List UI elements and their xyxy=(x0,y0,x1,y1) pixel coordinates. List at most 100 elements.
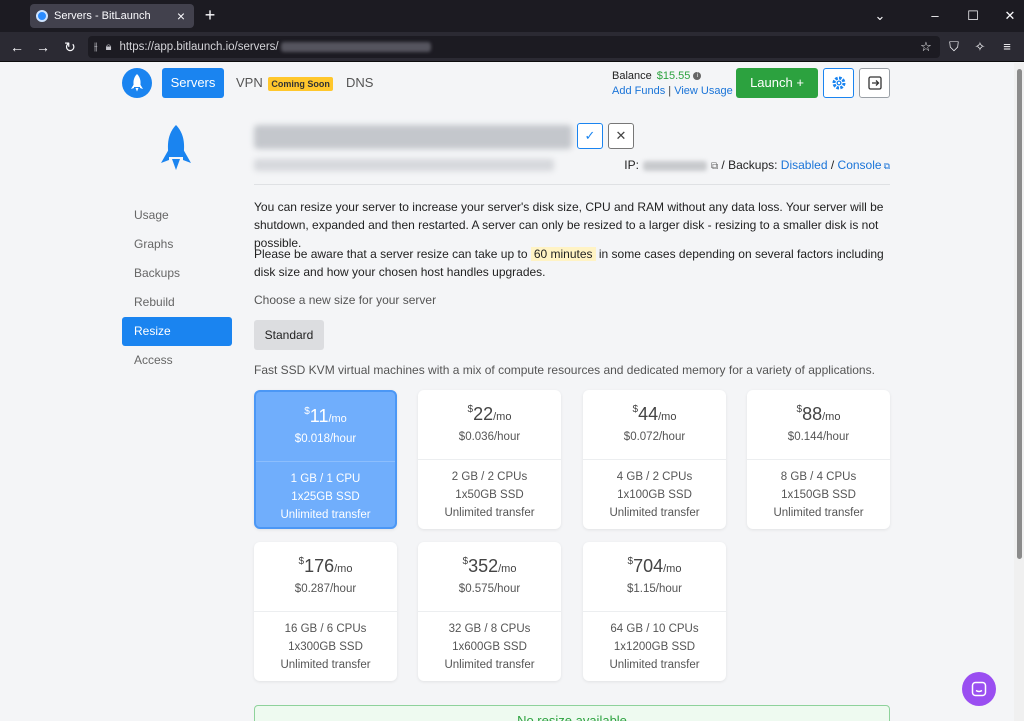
tracking-icon[interactable]: ⫲ xyxy=(94,41,98,54)
side-item-usage[interactable]: Usage xyxy=(122,201,232,230)
plan-transfer: Unlimited transfer xyxy=(609,659,700,671)
gear-icon xyxy=(832,76,845,90)
plan-transfer: Unlimited transfer xyxy=(444,507,535,519)
back-icon[interactable]: ← xyxy=(7,37,27,57)
plan-price: $352/mo xyxy=(418,556,561,577)
view-usage-link[interactable]: View Usage xyxy=(674,85,733,97)
address-bar[interactable]: ⫲ 🔒︎ https://app.bitlaunch.io/servers/ xyxy=(88,36,940,58)
plan-disk: 1x600GB SSD xyxy=(452,641,527,653)
resize-warning: Please be aware that a server resize can… xyxy=(254,245,894,281)
plan-disk: 1x150GB SSD xyxy=(781,489,856,501)
cancel-name-button[interactable]: ✕ xyxy=(608,123,634,149)
price-period: /mo xyxy=(493,411,512,423)
plan-price: $88/mo xyxy=(747,404,890,425)
chat-button[interactable] xyxy=(962,672,996,706)
external-link-icon[interactable]: ⧉ xyxy=(884,161,890,171)
plan-transfer: Unlimited transfer xyxy=(280,659,371,671)
price-amount: 352 xyxy=(468,556,499,576)
logout-button[interactable] xyxy=(859,68,890,98)
side-item-access[interactable]: Access xyxy=(122,346,232,375)
plan-ram-cpu: 64 GB / 10 CPUs xyxy=(610,623,699,635)
plan-card-704[interactable]: $704/mo $1.15/hour 64 GB / 10 CPUs 1x120… xyxy=(583,542,726,681)
chat-icon xyxy=(971,681,987,697)
price-period: /mo xyxy=(498,563,517,575)
tab-list-icon[interactable]: ⌄ xyxy=(870,6,890,26)
plan-ram-cpu: 2 GB / 2 CPUs xyxy=(451,471,528,483)
plan-ram-cpu: 4 GB / 2 CPUs xyxy=(616,471,693,483)
plan-ram-cpu: 1 GB / 1 CPU xyxy=(290,473,361,485)
plan-card-176[interactable]: $176/mo $0.287/hour 16 GB / 6 CPUs 1x300… xyxy=(254,542,397,681)
info-icon[interactable]: i xyxy=(693,72,702,81)
plan-disk: 1x100GB SSD xyxy=(617,489,692,501)
menu-icon[interactable]: ≡ xyxy=(997,37,1017,57)
scrollbar-thumb[interactable] xyxy=(1017,69,1022,559)
price-amount: 11 xyxy=(309,406,329,426)
ip-label: IP: xyxy=(624,158,639,172)
plan-price: $704/mo xyxy=(583,556,726,577)
balance: Balance $15.55 i xyxy=(612,70,702,82)
console-link[interactable]: Console xyxy=(838,158,882,172)
forward-icon[interactable]: → xyxy=(33,37,53,57)
copy-icon[interactable]: ⧉ xyxy=(711,161,718,172)
standard-tab[interactable]: Standard xyxy=(254,320,324,350)
divider xyxy=(254,184,890,185)
settings-button[interactable] xyxy=(823,68,854,98)
nav-vpn[interactable]: VPN Coming Soon xyxy=(236,68,333,98)
lock-icon[interactable]: 🔒︎ xyxy=(106,41,112,54)
choose-size-label: Choose a new size for your server xyxy=(254,293,437,307)
balance-links: Add Funds | View Usage xyxy=(612,85,733,97)
confirm-name-button[interactable]: ✓ xyxy=(577,123,603,149)
side-item-resize[interactable]: Resize xyxy=(122,317,232,346)
extension-icon[interactable]: ✧ xyxy=(970,37,990,57)
side-item-backups[interactable]: Backups xyxy=(122,259,232,288)
page: Servers VPN Coming Soon DNS Balance $15.5… xyxy=(0,63,1014,721)
plan-card-22[interactable]: $22/mo $0.036/hour 2 GB / 2 CPUs 1x50GB … xyxy=(418,390,561,529)
ip-redacted xyxy=(642,160,707,171)
shield-icon[interactable]: ⛉ xyxy=(944,37,964,57)
coming-soon-badge: Coming Soon xyxy=(268,76,333,91)
plan-transfer: Unlimited transfer xyxy=(444,659,535,671)
price-amount: 88 xyxy=(802,404,823,424)
plan-hourly: $0.287/hour xyxy=(294,583,357,595)
close-window-icon[interactable]: ✕ xyxy=(1000,6,1020,26)
price-period: /mo xyxy=(658,411,677,423)
nav-servers[interactable]: Servers xyxy=(162,68,224,98)
price-amount: 22 xyxy=(473,404,494,424)
browser-tab[interactable]: Servers - BitLaunch × xyxy=(30,4,194,28)
plan-divider xyxy=(418,459,561,460)
plan-disk: 1x1200GB SSD xyxy=(613,641,696,653)
plan-disk: 1x300GB SSD xyxy=(288,641,363,653)
side-item-graphs[interactable]: Graphs xyxy=(122,230,232,259)
add-funds-link[interactable]: Add Funds xyxy=(612,85,665,97)
price-period: /mo xyxy=(822,411,841,423)
page-scrollbar[interactable] xyxy=(1014,63,1024,721)
price-amount: 704 xyxy=(633,556,664,576)
plan-card-44[interactable]: $44/mo $0.072/hour 4 GB / 2 CPUs 1x100GB… xyxy=(583,390,726,529)
nav-dns[interactable]: DNS xyxy=(346,68,373,98)
tab-title: Servers - BitLaunch xyxy=(54,10,151,22)
plan-hourly: $0.036/hour xyxy=(458,431,521,443)
plan-hourly: $0.144/hour xyxy=(787,431,850,443)
server-subtitle-redacted xyxy=(254,159,554,171)
plan-disk: 1x50GB SSD xyxy=(455,489,524,501)
price-period: /mo xyxy=(663,563,682,575)
maximize-icon[interactable]: ☐ xyxy=(963,6,983,26)
side-item-rebuild[interactable]: Rebuild xyxy=(122,288,232,317)
plan-card-352[interactable]: $352/mo $0.575/hour 32 GB / 8 CPUs 1x600… xyxy=(418,542,561,681)
plan-card-88[interactable]: $88/mo $0.144/hour 8 GB / 4 CPUs 1x150GB… xyxy=(747,390,890,529)
logout-icon xyxy=(867,76,882,90)
url-redacted xyxy=(280,42,431,52)
new-tab-icon[interactable]: + xyxy=(200,6,220,26)
minimize-icon[interactable]: – xyxy=(925,6,945,26)
backups-status-link[interactable]: Disabled xyxy=(781,158,828,172)
plan-price: $44/mo xyxy=(583,404,726,425)
price-period: /mo xyxy=(334,563,353,575)
launch-button[interactable]: Launch + xyxy=(736,68,818,98)
plan-price: $22/mo xyxy=(418,404,561,425)
close-tab-icon[interactable]: × xyxy=(174,9,188,23)
reload-icon[interactable]: ↻ xyxy=(60,37,80,57)
bitlaunch-logo[interactable] xyxy=(122,68,152,98)
plan-card-11[interactable]: $11/mo $0.018/hour 1 GB / 1 CPU 1x25GB S… xyxy=(254,390,397,529)
warning-text-start: Please be aware that a server resize can… xyxy=(254,247,531,261)
star-icon[interactable]: ☆ xyxy=(916,37,936,57)
